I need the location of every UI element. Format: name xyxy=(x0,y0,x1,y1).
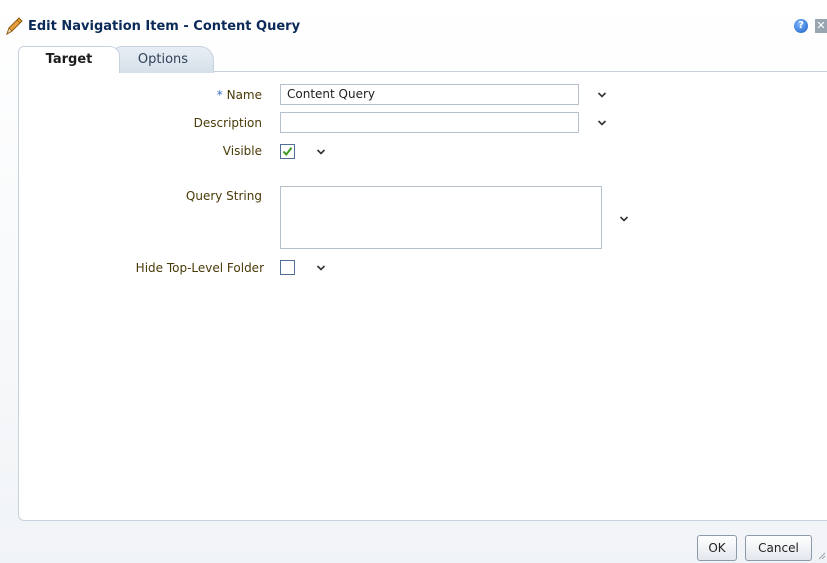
name-label: * Name xyxy=(216,88,262,102)
tab-panel-target: * Name Content Query Description Visible… xyxy=(18,71,827,521)
required-marker: * xyxy=(216,88,223,102)
close-icon[interactable]: ✕ xyxy=(815,19,827,33)
query-string-textarea[interactable] xyxy=(280,186,602,249)
tab-target[interactable]: Target xyxy=(18,46,120,73)
chevron-down-icon[interactable] xyxy=(316,148,326,156)
resize-grip-icon[interactable] xyxy=(816,550,826,560)
cancel-button[interactable]: Cancel xyxy=(745,535,812,561)
visible-checkbox[interactable] xyxy=(280,144,295,159)
description-label: Description xyxy=(193,116,262,130)
dialog-title: Edit Navigation Item - Content Query xyxy=(28,19,301,34)
name-input[interactable]: Content Query xyxy=(280,84,579,105)
ok-button[interactable]: OK xyxy=(697,535,737,561)
chevron-down-icon[interactable] xyxy=(597,119,607,127)
query-string-label: Query String xyxy=(185,189,262,203)
description-input[interactable] xyxy=(280,112,579,133)
pencil-icon xyxy=(4,15,24,37)
chevron-down-icon[interactable] xyxy=(316,264,326,272)
checkmark-icon xyxy=(282,147,293,157)
hide-top-level-folder-label: Hide Top-Level Folder xyxy=(135,261,264,275)
hide-top-level-folder-checkbox[interactable] xyxy=(280,260,295,275)
dialog-titlebar: Edit Navigation Item - Content Query ? ✕ xyxy=(0,12,827,44)
visible-label: Visible xyxy=(222,144,262,158)
tab-options[interactable]: Options xyxy=(112,46,214,73)
help-icon[interactable]: ? xyxy=(794,19,808,33)
chevron-down-icon[interactable] xyxy=(597,91,607,99)
edit-navigation-dialog: Edit Navigation Item - Content Query ? ✕… xyxy=(0,0,827,563)
chevron-down-icon[interactable] xyxy=(619,215,629,223)
